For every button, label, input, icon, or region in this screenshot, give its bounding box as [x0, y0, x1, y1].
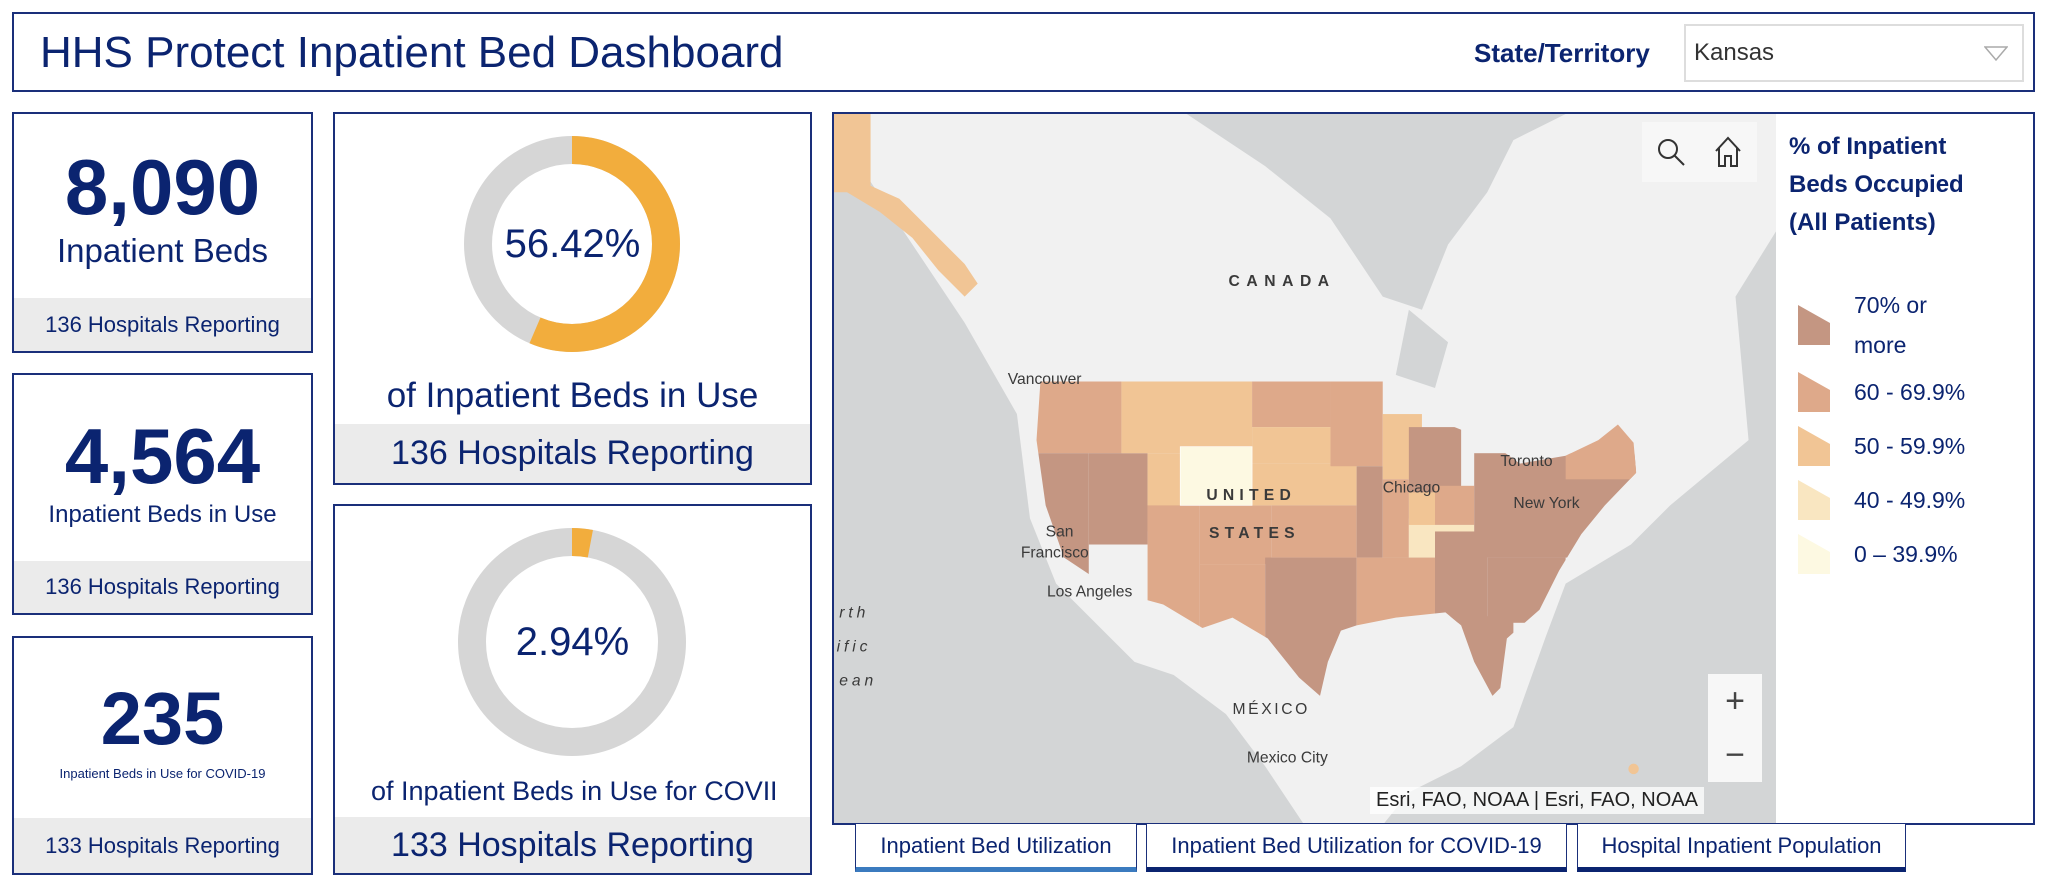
- map-label-san: San: [1046, 524, 1074, 541]
- tab-inpatient-bed-utilization-covid[interactable]: Inpatient Bed Utilization for COVID-19: [1146, 824, 1567, 872]
- map-label-new-york: New York: [1513, 495, 1579, 512]
- legend-item-40: 40 - 49.9%: [1798, 480, 1965, 520]
- legend-item-0: 0 – 39.9%: [1798, 534, 1958, 574]
- map-label-chicago: Chicago: [1383, 479, 1441, 496]
- card-value: 235: [100, 677, 225, 760]
- map-attribution: Esri, FAO, NOAA | Esri, FAO, NOAA: [1370, 787, 1704, 814]
- chevron-down-icon: [1984, 46, 2008, 62]
- donut-footer: 136 Hospitals Reporting: [391, 434, 754, 472]
- legend-label: 60 - 69.9%: [1854, 379, 1966, 405]
- donut-label: of Inpatient Beds in Use for COVID-19: [371, 776, 775, 806]
- legend-swatch: [1798, 305, 1830, 345]
- map-label-states: STATES: [1209, 525, 1300, 542]
- header-bar: HHS Protect Inpatient Bed Dashboard Stat…: [12, 12, 2035, 92]
- card-footer: 136 Hospitals Reporting: [45, 574, 280, 599]
- tab-inpatient-bed-utilization[interactable]: Inpatient Bed Utilization: [855, 824, 1137, 872]
- map[interactable]: CANADA Vancouver UNITED STATES Chicago T…: [834, 114, 1776, 825]
- legend-swatch: [1798, 372, 1830, 412]
- legend-item-50: 50 - 59.9%: [1798, 426, 1965, 466]
- donut-card-covid: 2.94% of Inpatient Beds in Use for COVID…: [333, 504, 812, 875]
- map-label-ocean: ific: [837, 638, 872, 655]
- card-covid-beds: 235 Inpatient Beds in Use for COVID-19 1…: [12, 636, 313, 875]
- state-dropdown-value: Kansas: [1694, 39, 1775, 66]
- zoom-control: + −: [1708, 674, 1762, 782]
- tab-label: Inpatient Bed Utilization for COVID-19: [1171, 832, 1542, 858]
- legend-label: 50 - 59.9%: [1854, 433, 1966, 459]
- tab-label: Hospital Inpatient Population: [1601, 832, 1882, 858]
- map-tools: [1642, 122, 1757, 182]
- map-label-vancouver: Vancouver: [1008, 371, 1082, 388]
- state-filter-label: State/Territory: [1474, 38, 1650, 68]
- donut-footer: 133 Hospitals Reporting: [391, 825, 754, 864]
- donut-percent: 56.42%: [504, 222, 641, 266]
- legend-item-70-plus: 70% or more: [1798, 285, 1927, 365]
- legend-title-line: % of Inpatient: [1789, 133, 1947, 160]
- map-label-ocean: rth: [839, 605, 869, 622]
- donut-percent: 2.94%: [515, 620, 630, 664]
- state-dropdown[interactable]: Kansas: [1684, 24, 2024, 82]
- card-beds-in-use: 4,564 Inpatient Beds in Use 136 Hospital…: [12, 373, 313, 615]
- donut-label: of Inpatient Beds in Use: [386, 376, 759, 415]
- card-footer: 133 Hospitals Reporting: [45, 832, 280, 858]
- map-label-mexico: MÉXICO: [1232, 699, 1309, 718]
- legend-label: 0 – 39.9%: [1854, 541, 1958, 567]
- legend-label: 40 - 49.9%: [1854, 487, 1966, 513]
- card-label: Inpatient Beds in Use for COVID-19: [59, 766, 266, 781]
- map-label-united: UNITED: [1206, 487, 1296, 504]
- map-label-mexico-city: Mexico City: [1247, 749, 1328, 766]
- search-icon[interactable]: [1656, 137, 1686, 167]
- tab-label: Inpatient Bed Utilization: [880, 832, 1112, 858]
- card-value: 8,090: [64, 143, 261, 231]
- card-value: 4,564: [64, 412, 261, 500]
- legend-item-60: 60 - 69.9%: [1798, 372, 1965, 412]
- zoom-in-button[interactable]: +: [1708, 674, 1762, 728]
- legend-title-line: Beds Occupied: [1789, 171, 1964, 198]
- map-label-toronto: Toronto: [1500, 453, 1553, 470]
- map-label-ocean: ean: [839, 672, 877, 689]
- donut-card-beds-in-use: 56.42% of Inpatient Beds in Use 136 Hosp…: [333, 112, 812, 485]
- page-title: HHS Protect Inpatient Bed Dashboard: [40, 28, 784, 77]
- card-inpatient-beds: 8,090 Inpatient Beds 136 Hospitals Repor…: [12, 112, 313, 353]
- zoom-out-button[interactable]: −: [1708, 728, 1762, 782]
- map-label-canada: CANADA: [1229, 273, 1336, 290]
- card-label: Inpatient Beds: [57, 232, 268, 269]
- card-label: Inpatient Beds in Use: [48, 501, 277, 528]
- legend-swatch: [1798, 480, 1830, 520]
- legend-title-line: (All Patients): [1789, 209, 1936, 236]
- home-icon[interactable]: [1713, 136, 1743, 168]
- legend-label: 70% or more: [1854, 292, 1927, 358]
- legend-swatch: [1798, 534, 1830, 574]
- map-label-los-angeles: Los Angeles: [1047, 584, 1133, 601]
- legend-title: % of Inpatient Beds Occupied (All Patien…: [1789, 128, 1964, 242]
- card-footer: 136 Hospitals Reporting: [45, 311, 280, 337]
- legend-swatch: [1798, 426, 1830, 466]
- map-label-francisco: Francisco: [1021, 545, 1089, 562]
- tab-hospital-inpatient-population[interactable]: Hospital Inpatient Population: [1577, 824, 1906, 872]
